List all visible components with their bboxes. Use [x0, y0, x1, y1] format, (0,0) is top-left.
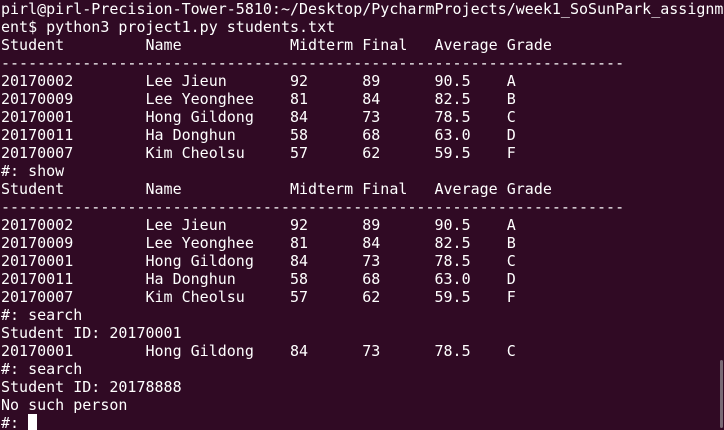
command-line: ent$ python3 project1.py students.txt: [1, 18, 336, 36]
table-row: 20170001 Hong Gildong 84 73 78.5 C: [1, 252, 516, 270]
table-row: 20170001 Hong Gildong 84 73 78.5 C: [1, 108, 516, 126]
terminal-window[interactable]: pirl@pirl-Precision-Tower-5810:~/Desktop…: [0, 0, 724, 430]
table-row: 20170002 Lee Jieun 92 89 90.5 A: [1, 72, 516, 90]
prompt-line-path: pirl@pirl-Precision-Tower-5810:~/Desktop…: [1, 0, 724, 18]
text-cursor: [28, 414, 38, 430]
table-row: 20170009 Lee Yeonghee 81 84 82.5 B: [1, 234, 516, 252]
table-divider: ----------------------------------------…: [1, 54, 625, 72]
search-error-message: No such person: [1, 396, 128, 414]
scrollbar-thumb[interactable]: [720, 360, 723, 428]
table-header: Student Name Midterm Final Average Grade: [1, 36, 552, 54]
table-row: 20170002 Lee Jieun 92 89 90.5 A: [1, 216, 516, 234]
search-result-row: 20170001 Hong Gildong 84 73 78.5 C: [1, 342, 516, 360]
command-search: #: search: [1, 360, 83, 378]
table-row: 20170011 Ha Donghun 58 68 63.0 D: [1, 126, 516, 144]
student-id-input-line: Student ID: 20170001: [1, 324, 182, 342]
command-show: #: show: [1, 162, 65, 180]
command-search: #: search: [1, 306, 83, 324]
table-row: 20170009 Lee Yeonghee 81 84 82.5 B: [1, 90, 516, 108]
table-header: Student Name Midterm Final Average Grade: [1, 180, 552, 198]
table-row: 20170007 Kim Cheolsu 57 62 59.5 F: [1, 288, 516, 306]
active-prompt-line[interactable]: #:: [1, 414, 724, 430]
table-divider: ----------------------------------------…: [1, 198, 625, 216]
table-row: 20170011 Ha Donghun 58 68 63.0 D: [1, 270, 516, 288]
prompt: #:: [1, 414, 29, 430]
table-row: 20170007 Kim Cheolsu 57 62 59.5 F: [1, 144, 516, 162]
student-id-input-line: Student ID: 20178888: [1, 378, 182, 396]
